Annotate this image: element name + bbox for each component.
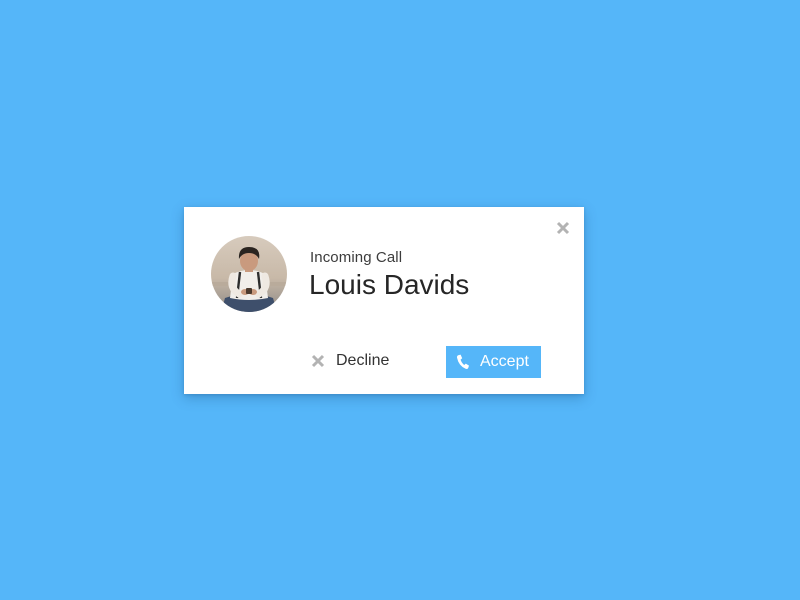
phone-icon (456, 354, 469, 369)
decline-button[interactable]: Decline (310, 348, 389, 374)
close-button[interactable] (555, 220, 571, 236)
avatar (211, 236, 287, 312)
decline-label: Decline (336, 352, 390, 369)
close-icon (556, 221, 570, 235)
accept-button[interactable]: Accept (446, 346, 541, 378)
accept-label: Accept (480, 353, 529, 370)
incoming-call-label: Incoming Call (310, 249, 403, 266)
caller-photo (211, 236, 287, 312)
incoming-call-dialog: Incoming Call Louis Davids Decline Accep… (184, 207, 584, 394)
caller-name: Louis Davids (309, 269, 470, 300)
close-icon (311, 354, 325, 368)
